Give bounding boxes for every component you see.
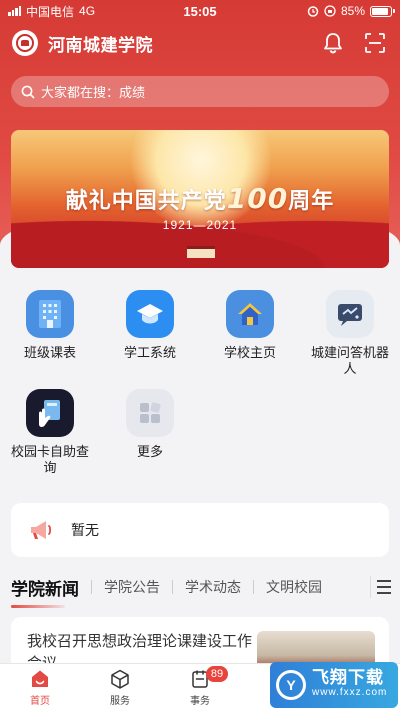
banner-title: 献礼中国共产党100周年	[11, 182, 389, 215]
page-title: 河南城建学院	[48, 35, 153, 55]
grid-item-qa-robot[interactable]: 城建问答机器人	[300, 290, 400, 377]
news-tabs: 学院新闻 学院公告 学术动态 文明校园	[0, 568, 400, 608]
lock-rotation-icon	[324, 5, 336, 17]
status-right: 85%	[307, 4, 395, 18]
grid-item-class-schedule[interactable]: 班级课表	[0, 290, 100, 377]
grid-item-label: 更多	[136, 444, 163, 459]
grid-item-label: 城建问答机器人	[310, 345, 389, 376]
tab-academic[interactable]: 学术动态	[185, 577, 241, 597]
app-header: 河南城建学院	[0, 26, 400, 60]
signal-icon	[8, 6, 21, 16]
tab-divider	[172, 580, 173, 594]
banner-title-post: 周年	[288, 188, 335, 214]
watermark-url: www.fxxz.com	[312, 687, 388, 698]
tab-divider	[253, 580, 254, 594]
more-apps-icon	[126, 389, 174, 437]
nav-label: 首页	[30, 696, 50, 707]
battery-percent: 85%	[340, 4, 365, 18]
scan-icon[interactable]	[362, 30, 388, 56]
banner-carousel[interactable]: 献礼中国共产党100周年 1921—2021	[11, 130, 389, 268]
watermark-circle: Y	[276, 670, 306, 700]
carrier-label: 中国电信	[26, 4, 75, 19]
nav-service[interactable]: 服务	[80, 664, 160, 711]
app-grid: 班级课表 学工系统 学校主页 城建问答机器人 校园卡自助查询 更多	[0, 290, 400, 476]
grid-item-label: 学校主页	[223, 345, 276, 360]
home-nav-icon	[29, 668, 51, 690]
tab-college-notice[interactable]: 学院公告	[104, 577, 160, 597]
building-icon	[26, 290, 74, 338]
watermark-text: 飞翔下载 www.fxxz.com	[312, 668, 388, 700]
grid-item-more[interactable]: 更多	[100, 389, 200, 476]
chat-robot-icon	[326, 290, 374, 338]
battery-icon	[370, 5, 395, 17]
school-logo	[12, 30, 38, 56]
tab-college-news[interactable]: 学院新闻	[11, 575, 79, 608]
banner-hills	[11, 208, 389, 268]
bell-icon[interactable]	[320, 30, 346, 56]
nav-label: 事务	[190, 696, 210, 707]
status-bar: 中国电信 4G 15:05 85%	[0, 0, 400, 22]
search-bar[interactable]: 大家都在搜：成绩	[11, 76, 389, 107]
grid-item-label: 学工系统	[123, 345, 176, 360]
search-placeholder: 大家都在搜：成绩	[41, 85, 146, 100]
status-left: 中国电信 4G	[8, 3, 95, 20]
network-label: 4G	[79, 4, 96, 18]
alarm-icon	[307, 6, 319, 17]
notice-text: 暂无	[71, 522, 99, 538]
watermark-logo: Y 飞翔下载 www.fxxz.com	[270, 662, 398, 708]
nav-label: 服务	[110, 696, 130, 707]
megaphone-icon	[27, 517, 55, 543]
graduation-cap-icon	[126, 290, 174, 338]
grid-item-label: 班级课表	[23, 345, 76, 360]
grid-item-campus-card[interactable]: 校园卡自助查询	[0, 389, 100, 476]
nav-home[interactable]: 首页	[0, 664, 80, 711]
cube-icon	[109, 668, 131, 690]
banner-subtitle: 1921—2021	[162, 218, 238, 232]
card-hand-icon	[26, 389, 74, 437]
grid-item-school-home[interactable]: 学校主页	[200, 290, 300, 377]
watermark-title: 飞翔下载	[312, 668, 384, 687]
tab-divider	[91, 580, 92, 594]
banner-gate	[187, 246, 215, 258]
banner-title-pre: 献礼中国共产党	[65, 188, 227, 214]
banner-title-num: 100	[226, 182, 289, 215]
grid-item-student-affairs[interactable]: 学工系统	[100, 290, 200, 377]
home-icon	[226, 290, 274, 338]
tab-civilized-campus[interactable]: 文明校园	[266, 577, 322, 597]
notification-badge: 89	[206, 666, 228, 682]
nav-affairs[interactable]: 89 事务	[160, 664, 240, 711]
search-icon	[21, 85, 35, 99]
grid-item-label: 校园卡自助查询	[10, 444, 89, 475]
notice-bar[interactable]: 暂无	[11, 503, 389, 557]
menu-icon[interactable]	[370, 576, 392, 598]
